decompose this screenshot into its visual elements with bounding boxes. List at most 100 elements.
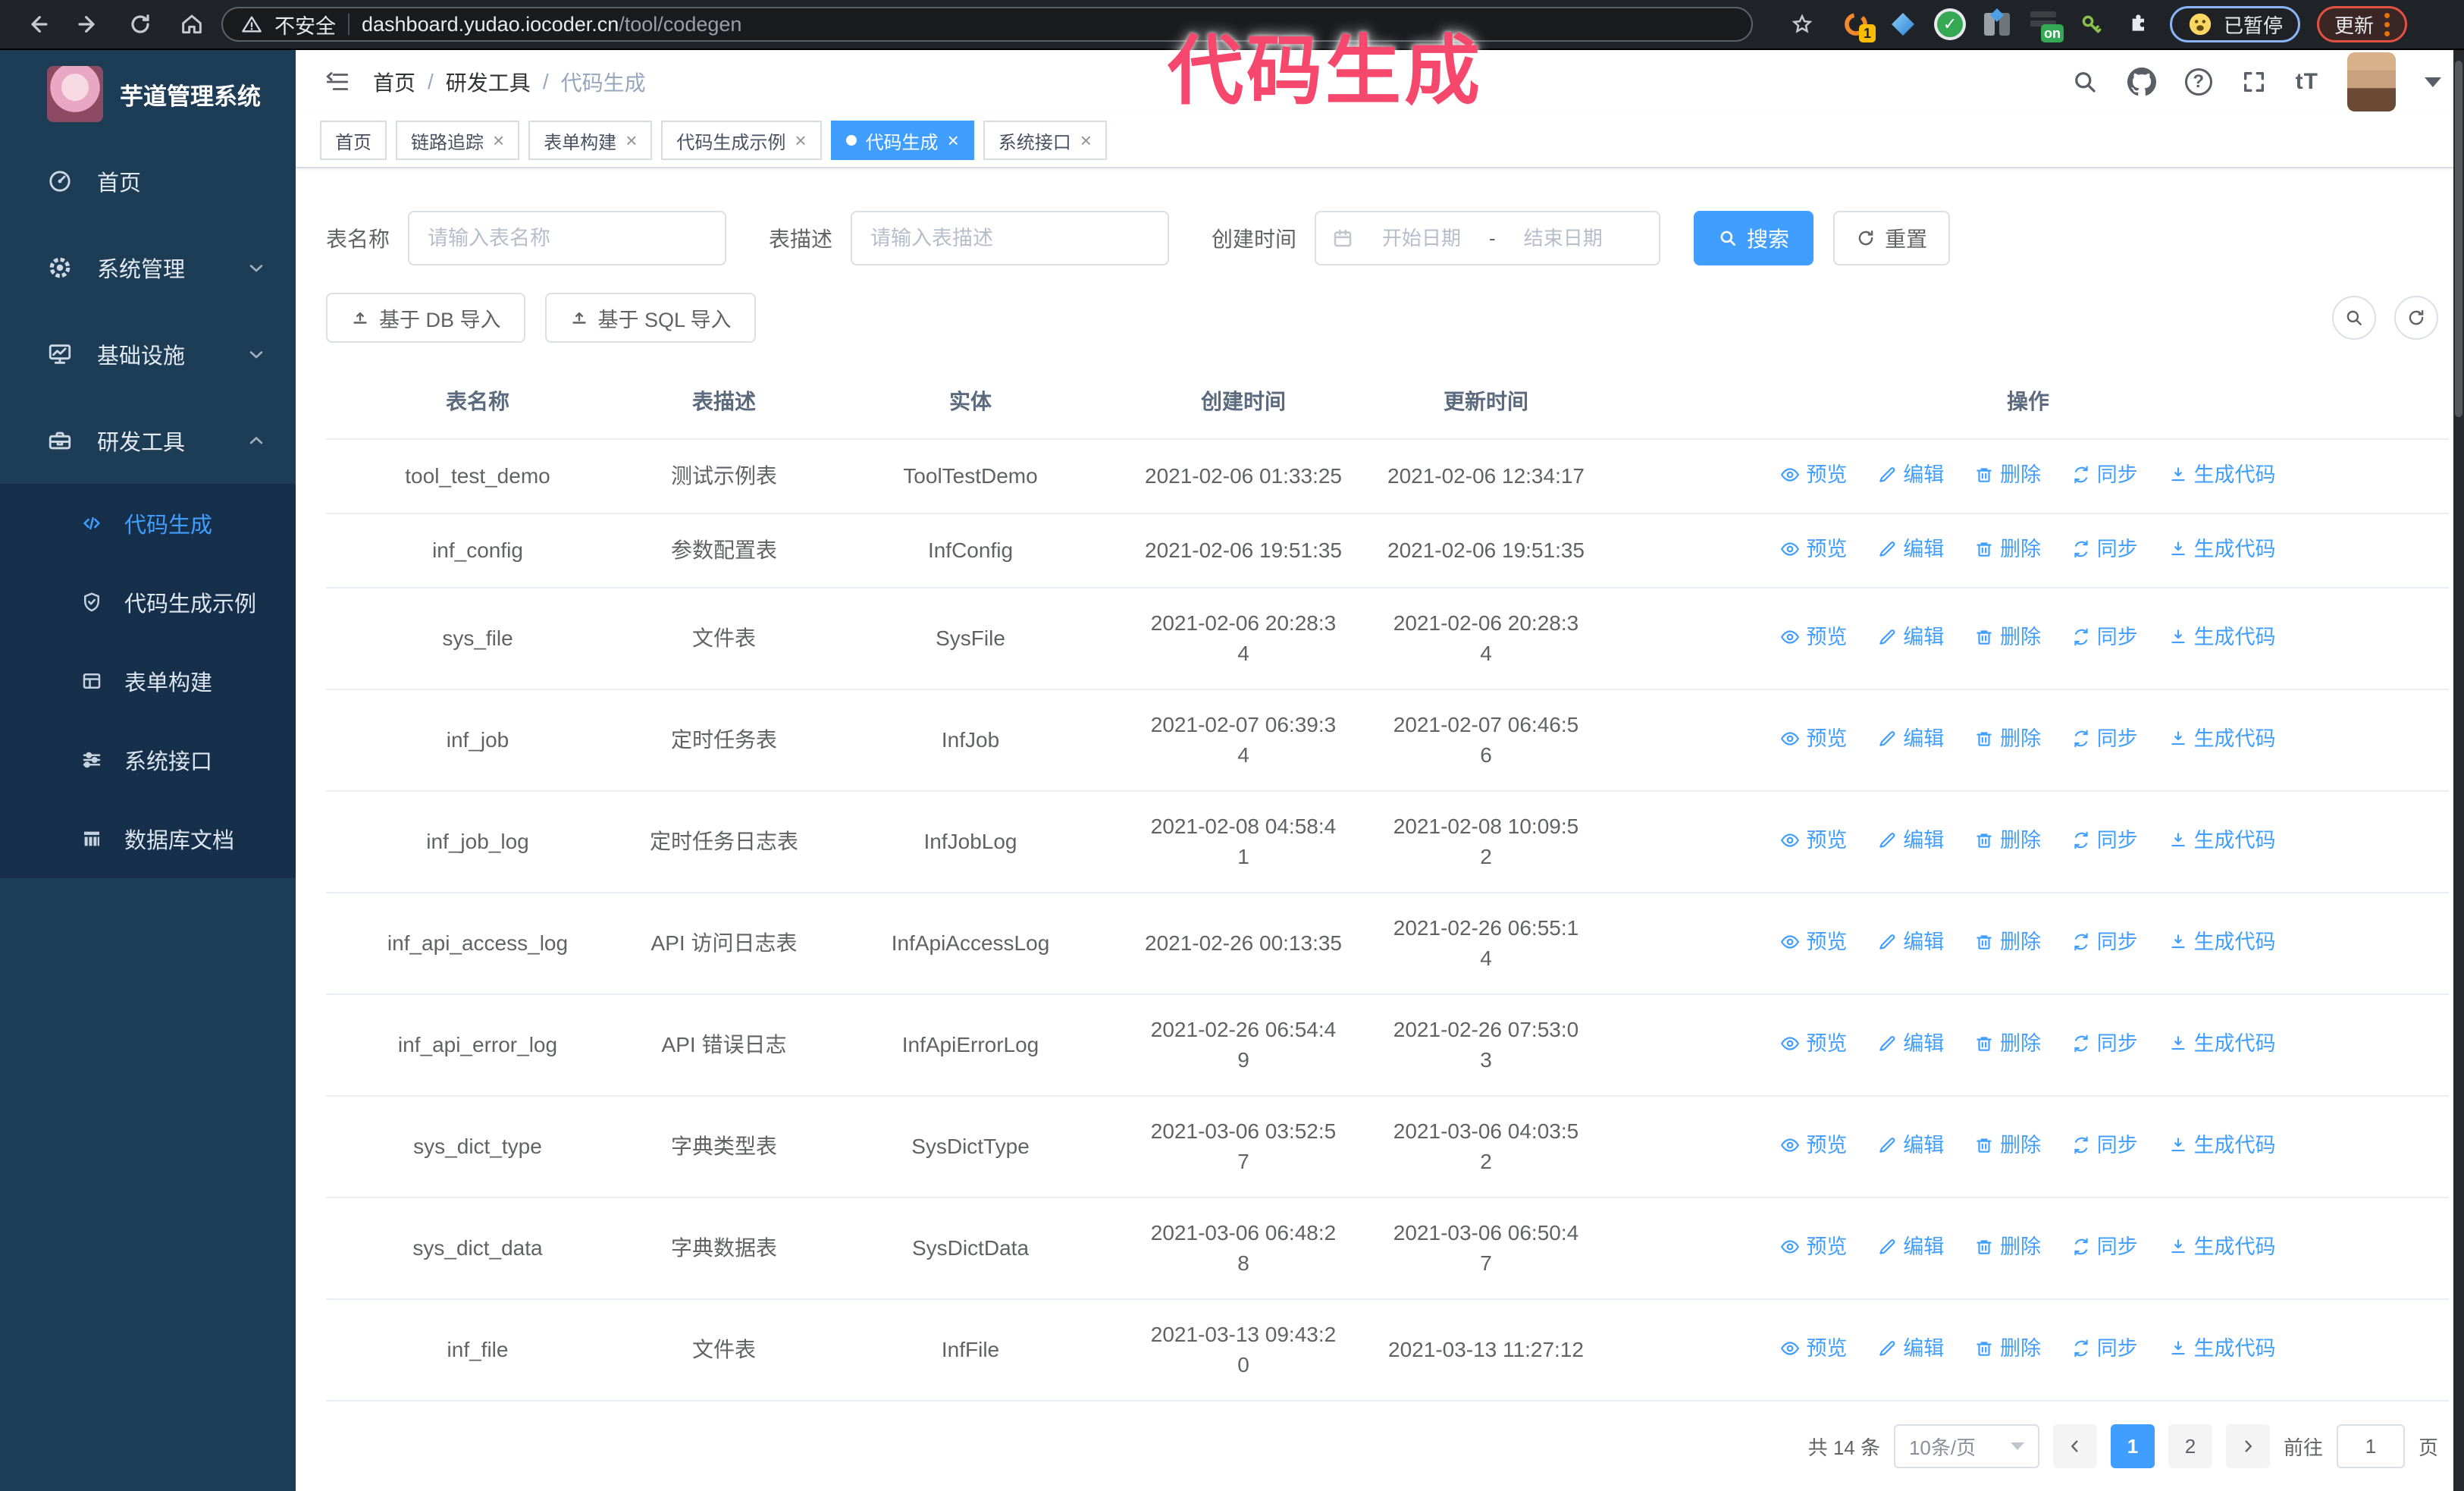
goto-page-input[interactable] <box>2336 1424 2405 1468</box>
generate-code-link[interactable]: 生成代码 <box>2168 1232 2276 1262</box>
page-size-select[interactable]: 10条/页 <box>1893 1424 2039 1468</box>
avatar-caret-icon[interactable] <box>2425 77 2441 87</box>
delete-link[interactable]: 删除 <box>1974 825 2041 855</box>
profile-paused-chip[interactable]: 已暂停 <box>2170 6 2301 42</box>
preview-link[interactable]: 预览 <box>1780 825 1847 855</box>
tab-tracing[interactable]: 链路追踪 × <box>396 121 520 160</box>
preview-link[interactable]: 预览 <box>1780 534 1847 564</box>
sidebar-item-codegen-example[interactable]: 代码生成示例 <box>0 563 296 642</box>
sidebar-item-devtools[interactable]: 研发工具 <box>0 397 296 484</box>
sidebar-item-home[interactable]: 首页 <box>0 138 296 224</box>
toggle-search-button[interactable] <box>2332 296 2376 340</box>
edit-link[interactable]: 编辑 <box>1877 534 1944 564</box>
avatar[interactable] <box>2347 52 2396 111</box>
update-chip[interactable]: 更新 <box>2317 6 2408 42</box>
scrollbar[interactable] <box>2453 50 2464 1491</box>
tab-form-builder[interactable]: 表单构建 × <box>528 121 653 160</box>
address-bar[interactable]: 不安全 dashboard.yudao.iocoder.cn/tool/code… <box>221 7 1753 42</box>
import-db-button[interactable]: 基于 DB 导入 <box>326 293 525 343</box>
delete-link[interactable]: 删除 <box>1974 622 2041 652</box>
tab-api[interactable]: 系统接口 × <box>983 121 1107 160</box>
preview-link[interactable]: 预览 <box>1780 927 1847 957</box>
delete-link[interactable]: 删除 <box>1974 460 2041 490</box>
hamburger-icon[interactable] <box>323 67 352 96</box>
generate-code-link[interactable]: 生成代码 <box>2168 927 2276 957</box>
edit-link[interactable]: 编辑 <box>1877 1130 1944 1160</box>
extension-orange-icon[interactable]: 1 <box>1841 9 1876 42</box>
generate-code-link[interactable]: 生成代码 <box>2168 1333 2276 1364</box>
edit-link[interactable]: 编辑 <box>1877 460 1944 490</box>
delete-link[interactable]: 删除 <box>1974 724 2041 754</box>
sidebar-item-codegen[interactable]: 代码生成 <box>0 484 296 563</box>
start-date-input[interactable] <box>1365 226 1479 250</box>
generate-code-link[interactable]: 生成代码 <box>2168 724 2276 754</box>
generate-code-link[interactable]: 生成代码 <box>2168 460 2276 490</box>
tab-codegen[interactable]: 代码生成 × <box>830 121 974 160</box>
close-icon[interactable]: × <box>948 130 959 150</box>
generate-code-link[interactable]: 生成代码 <box>2168 622 2276 652</box>
search-icon[interactable] <box>2071 68 2099 96</box>
date-range-picker[interactable]: - <box>1315 211 1661 265</box>
page-button-2[interactable]: 2 <box>2168 1424 2212 1468</box>
import-sql-button[interactable]: 基于 SQL 导入 <box>544 293 756 343</box>
scrollbar-thumb[interactable] <box>2455 61 2462 417</box>
preview-link[interactable]: 预览 <box>1780 724 1847 754</box>
sidebar-item-api[interactable]: 系统接口 <box>0 720 296 799</box>
delete-link[interactable]: 删除 <box>1974 1333 2041 1364</box>
edit-link[interactable]: 编辑 <box>1877 1333 1944 1364</box>
edit-link[interactable]: 编辑 <box>1877 622 1944 652</box>
sync-link[interactable]: 同步 <box>2071 724 2138 754</box>
fullscreen-icon[interactable] <box>2241 69 2267 95</box>
page-button-1[interactable]: 1 <box>2110 1424 2155 1468</box>
close-icon[interactable]: × <box>625 130 637 150</box>
sync-link[interactable]: 同步 <box>2071 1130 2138 1160</box>
end-date-input[interactable] <box>1506 226 1620 250</box>
tab-codegen-example[interactable]: 代码生成示例 × <box>661 121 822 160</box>
preview-link[interactable]: 预览 <box>1780 1333 1847 1364</box>
close-icon[interactable]: × <box>1080 130 1092 150</box>
breadcrumb-devtools[interactable]: 研发工具 <box>446 67 531 97</box>
security-label[interactable]: 不安全 <box>274 10 336 39</box>
security-warning-icon[interactable] <box>241 14 262 35</box>
extensions-puzzle-icon[interactable] <box>2123 9 2153 39</box>
generate-code-link[interactable]: 生成代码 <box>2168 1028 2276 1059</box>
table-name-input[interactable] <box>408 211 727 265</box>
sidebar-item-infra[interactable]: 基础设施 <box>0 311 296 397</box>
tab-home[interactable]: 首页 <box>320 121 387 160</box>
sync-link[interactable]: 同步 <box>2071 460 2138 490</box>
sidebar-item-system[interactable]: 系统管理 <box>0 224 296 311</box>
page-url[interactable]: dashboard.yudao.iocoder.cn/tool/codegen <box>362 13 741 36</box>
sidebar-item-db-doc[interactable]: 数据库文档 <box>0 799 296 878</box>
bookmark-star-icon[interactable] <box>1780 2 1824 46</box>
app-logo-row[interactable]: 芋道管理系统 <box>0 50 296 138</box>
extension-on-icon[interactable]: on <box>2029 9 2064 42</box>
delete-link[interactable]: 删除 <box>1974 534 2041 564</box>
delete-link[interactable]: 删除 <box>1974 927 2041 957</box>
font-size-icon[interactable]: tT <box>2296 69 2318 95</box>
sync-link[interactable]: 同步 <box>2071 622 2138 652</box>
table-desc-input[interactable] <box>851 211 1170 265</box>
sync-link[interactable]: 同步 <box>2071 1232 2138 1262</box>
generate-code-link[interactable]: 生成代码 <box>2168 1130 2276 1160</box>
preview-link[interactable]: 预览 <box>1780 1028 1847 1059</box>
forward-icon[interactable] <box>67 2 111 46</box>
preview-link[interactable]: 预览 <box>1780 1232 1847 1262</box>
edit-link[interactable]: 编辑 <box>1877 1028 1944 1059</box>
close-icon[interactable]: × <box>795 130 806 150</box>
reset-button[interactable]: 重置 <box>1833 211 1951 265</box>
sync-link[interactable]: 同步 <box>2071 825 2138 855</box>
preview-link[interactable]: 预览 <box>1780 460 1847 490</box>
extension-gem-icon[interactable] <box>1888 9 1918 39</box>
edit-link[interactable]: 编辑 <box>1877 1232 1944 1262</box>
help-icon[interactable]: ? <box>2184 68 2212 96</box>
edit-link[interactable]: 编辑 <box>1877 825 1944 855</box>
refresh-button[interactable] <box>2394 296 2438 340</box>
breadcrumb-home[interactable]: 首页 <box>373 67 415 97</box>
extension-check-icon[interactable]: ✓ <box>1935 9 1965 39</box>
preview-link[interactable]: 预览 <box>1780 1130 1847 1160</box>
generate-code-link[interactable]: 生成代码 <box>2168 825 2276 855</box>
edit-link[interactable]: 编辑 <box>1877 927 1944 957</box>
reload-icon[interactable] <box>118 2 162 46</box>
back-icon[interactable] <box>15 2 59 46</box>
preview-link[interactable]: 预览 <box>1780 622 1847 652</box>
